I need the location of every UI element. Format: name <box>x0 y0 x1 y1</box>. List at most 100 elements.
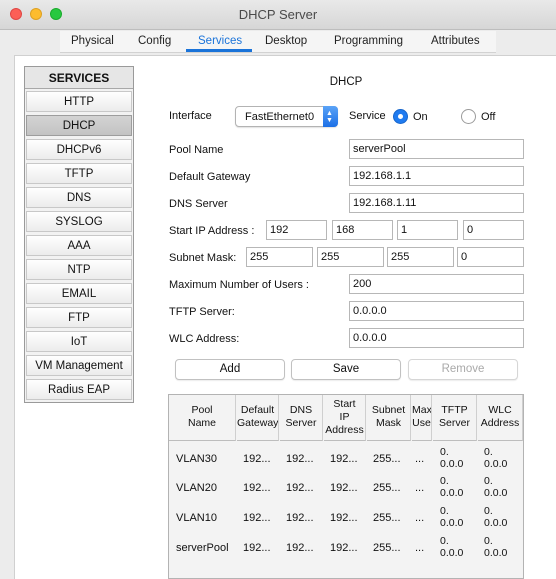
cell-tftp[interactable]: 0. <box>440 535 449 547</box>
sidebar-item-dhcpv6[interactable]: DHCPv6 <box>26 139 132 160</box>
cell-tftp[interactable]: 0.0.0 <box>440 517 463 529</box>
dns-server-label: DNS Server <box>169 198 228 210</box>
cell-wlc[interactable]: 0. <box>484 505 493 517</box>
start-ip-octet-2[interactable] <box>332 220 393 240</box>
cell-gateway[interactable]: 192... <box>243 453 271 465</box>
tab-physical[interactable]: Physical <box>71 35 114 47</box>
sidebar-item-http[interactable]: HTTP <box>26 91 132 112</box>
sidebar-item-ntp[interactable]: NTP <box>26 259 132 280</box>
wlc-address-input[interactable] <box>349 328 524 348</box>
tab-bar: Physical Config Services Desktop Program… <box>60 31 496 53</box>
column-header-default-gateway[interactable]: Default Gateway <box>237 395 279 441</box>
cell-pool-name[interactable]: VLAN20 <box>176 482 217 494</box>
dns-server-input[interactable] <box>349 193 524 213</box>
cell-start-ip[interactable]: 192... <box>330 542 358 554</box>
cell-tftp[interactable]: 0.0.0 <box>440 458 463 470</box>
tab-desktop[interactable]: Desktop <box>265 35 307 47</box>
tab-config[interactable]: Config <box>138 35 171 47</box>
cell-wlc[interactable]: 0.0.0 <box>484 458 507 470</box>
subnet-mask-octet-3[interactable] <box>387 247 454 267</box>
active-tab-indicator <box>186 49 252 52</box>
cell-pool-name[interactable]: VLAN10 <box>176 512 217 524</box>
cell-dns[interactable]: 192... <box>286 542 314 554</box>
column-header-line: Pool <box>191 404 213 416</box>
max-users-label: Maximum Number of Users : <box>169 279 309 291</box>
pool-name-input[interactable] <box>349 139 524 159</box>
tab-programming[interactable]: Programming <box>334 35 403 47</box>
start-ip-octet-3[interactable] <box>397 220 458 240</box>
subnet-mask-octet-4[interactable] <box>457 247 524 267</box>
column-header-line: Subnet <box>371 404 406 416</box>
window-title: DHCP Server <box>238 7 318 22</box>
column-header-start-ip[interactable]: Start IP Address <box>324 395 366 441</box>
cell-pool-name[interactable]: VLAN30 <box>176 453 217 465</box>
sidebar-item-dhcp[interactable]: DHCP <box>26 115 132 136</box>
cell-tftp[interactable]: 0.0.0 <box>440 547 463 559</box>
service-on-radio[interactable] <box>393 109 408 124</box>
cell-wlc[interactable]: 0.0.0 <box>484 517 507 529</box>
subnet-mask-octet-2[interactable] <box>317 247 384 267</box>
sidebar-item-vm-management[interactable]: VM Management <box>26 355 132 376</box>
cell-dns[interactable]: 192... <box>286 512 314 524</box>
cell-subnet-mask[interactable]: 255... <box>373 512 401 524</box>
column-header-max-users[interactable]: Max Use <box>412 395 432 441</box>
cell-tftp[interactable]: 0. <box>440 475 449 487</box>
cell-gateway[interactable]: 192... <box>243 482 271 494</box>
sidebar-item-dns[interactable]: DNS <box>26 187 132 208</box>
cell-tftp[interactable]: 0. <box>440 505 449 517</box>
cell-wlc[interactable]: 0.0.0 <box>484 487 507 499</box>
add-button[interactable]: Add <box>175 359 285 380</box>
cell-gateway[interactable]: 192... <box>243 542 271 554</box>
cell-dns[interactable]: 192... <box>286 453 314 465</box>
cell-subnet-mask[interactable]: 255... <box>373 453 401 465</box>
cell-max-users[interactable]: ... <box>415 482 424 494</box>
remove-button[interactable]: Remove <box>408 359 518 380</box>
cell-subnet-mask[interactable]: 255... <box>373 542 401 554</box>
tftp-server-input[interactable] <box>349 301 524 321</box>
sidebar-item-syslog[interactable]: SYSLOG <box>26 211 132 232</box>
column-header-pool-name[interactable]: Pool Name <box>169 395 236 441</box>
cell-wlc[interactable]: 0. <box>484 446 493 458</box>
section-title: DHCP <box>329 76 363 88</box>
sidebar-item-email[interactable]: EMAIL <box>26 283 132 304</box>
save-button[interactable]: Save <box>291 359 401 380</box>
cell-gateway[interactable]: 192... <box>243 512 271 524</box>
cell-pool-name[interactable]: serverPool <box>176 542 229 554</box>
cell-max-users[interactable]: ... <box>415 542 424 554</box>
cell-dns[interactable]: 192... <box>286 482 314 494</box>
sidebar-item-aaa[interactable]: AAA <box>26 235 132 256</box>
tab-attributes[interactable]: Attributes <box>431 35 480 47</box>
service-off-radio[interactable] <box>461 109 476 124</box>
cell-subnet-mask[interactable]: 255... <box>373 482 401 494</box>
subnet-mask-label: Subnet Mask: <box>169 252 237 264</box>
column-header-dns-server[interactable]: DNS Server <box>280 395 323 441</box>
max-users-input[interactable] <box>349 274 524 294</box>
service-on-label: On <box>413 111 428 123</box>
sidebar-item-tftp[interactable]: TFTP <box>26 163 132 184</box>
sidebar-item-radius-eap[interactable]: Radius EAP <box>26 379 132 400</box>
interface-label: Interface <box>169 110 212 122</box>
column-header-tftp-server[interactable]: TFTP Server <box>433 395 477 441</box>
column-header-wlc-address[interactable]: WLC Address <box>478 395 523 441</box>
cell-wlc[interactable]: 0.0.0 <box>484 547 507 559</box>
cell-wlc[interactable]: 0. <box>484 475 493 487</box>
cell-tftp[interactable]: 0.0.0 <box>440 487 463 499</box>
tab-services[interactable]: Services <box>198 35 242 47</box>
default-gateway-label: Default Gateway <box>169 171 251 183</box>
cell-start-ip[interactable]: 192... <box>330 482 358 494</box>
start-ip-octet-4[interactable] <box>463 220 524 240</box>
cell-max-users[interactable]: ... <box>415 453 424 465</box>
cell-tftp[interactable]: 0. <box>440 446 449 458</box>
column-header-line: Server <box>285 417 317 429</box>
cell-wlc[interactable]: 0. <box>484 535 493 547</box>
interface-select[interactable]: FastEthernet0 ▲ ▼ <box>235 106 338 127</box>
sidebar-item-iot[interactable]: IoT <box>26 331 132 352</box>
sidebar-item-ftp[interactable]: FTP <box>26 307 132 328</box>
cell-start-ip[interactable]: 192... <box>330 453 358 465</box>
cell-max-users[interactable]: ... <box>415 512 424 524</box>
subnet-mask-octet-1[interactable] <box>246 247 313 267</box>
start-ip-octet-1[interactable] <box>266 220 327 240</box>
column-header-subnet-mask[interactable]: Subnet Mask <box>367 395 411 441</box>
default-gateway-input[interactable] <box>349 166 524 186</box>
cell-start-ip[interactable]: 192... <box>330 512 358 524</box>
